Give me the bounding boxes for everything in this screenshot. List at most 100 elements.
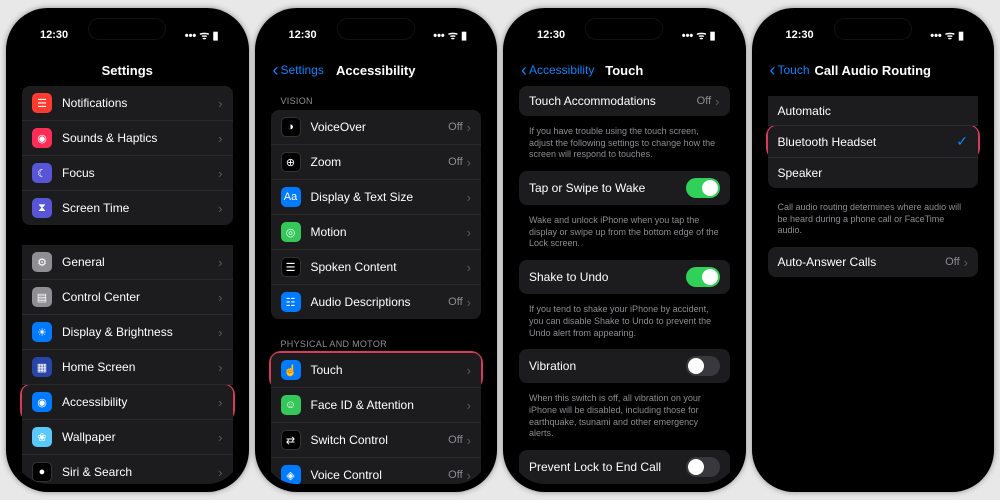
cell-voiceover[interactable]: ◑VoiceOverOff: [271, 110, 482, 145]
cell-label: Motion: [311, 225, 467, 239]
chevron-right-icon: [218, 131, 222, 146]
chevron-right-icon: [467, 120, 471, 135]
cell-home-screen[interactable]: ▦Home Screen: [22, 350, 233, 385]
nav-bar: Settings Accessibility: [263, 54, 490, 86]
control-center-icon: ▤: [32, 287, 52, 307]
cell-label: Shake to Undo: [529, 270, 686, 284]
cell-control-center[interactable]: ▤ Control Center: [22, 280, 233, 315]
section-header-motor: Physical and Motor: [271, 329, 482, 353]
checkmark-icon: ✓: [956, 133, 968, 150]
cell-label: Display & Brightness: [62, 325, 218, 339]
cell-zoom[interactable]: ⊕ZoomOff: [271, 145, 482, 180]
cell-label: Display & Text Size: [311, 190, 467, 204]
chevron-right-icon: [715, 94, 719, 109]
cell-screen-time[interactable]: ⧗Screen Time: [22, 191, 233, 225]
cell-label: Vibration: [529, 359, 686, 373]
cell-tap-or-swipe-to-wake[interactable]: Tap or Swipe to Wake: [519, 171, 730, 205]
cell-label: Audio Descriptions: [311, 295, 449, 309]
accessibility-list[interactable]: Vision◑VoiceOverOff⊕ZoomOff Aa Display & T…: [263, 86, 490, 484]
page-title: Accessibility: [336, 63, 416, 78]
cell-sounds-haptics[interactable]: ◉ Sounds & Haptics: [22, 121, 233, 156]
option-automatic[interactable]: Automatic: [768, 96, 979, 126]
footer-note: If you have trouble using the touch scre…: [519, 122, 730, 171]
back-button[interactable]: Touch: [770, 63, 810, 77]
cell-face-id-attention[interactable]: ☺Face ID & Attention: [271, 388, 482, 423]
status-time: 12:30: [289, 29, 317, 41]
toggle[interactable]: [686, 356, 720, 376]
notifications-icon: ☰: [32, 93, 52, 113]
touch-icon: ☝: [281, 360, 301, 380]
chevron-right-icon: [218, 360, 222, 375]
cell-label: Sounds & Haptics: [62, 131, 218, 145]
cell-detail: Off: [945, 256, 959, 268]
cell-display-text-size[interactable]: Aa Display & Text Size: [271, 180, 482, 215]
section-header-vision: Vision: [271, 86, 482, 110]
chevron-right-icon: [467, 155, 471, 170]
display-brightness-icon: ☀: [32, 322, 52, 342]
footer-note: Wake and unlock iPhone when you tap the …: [519, 211, 730, 260]
phone-settings: 12:30 ••• ᯤ ▮ Settings ☰Notifications◉So…: [6, 8, 249, 492]
spoken-content-icon: ☰: [281, 257, 301, 277]
cell-voice-control[interactable]: ◈Voice ControlOff: [271, 458, 482, 484]
cell-label: Focus: [62, 166, 218, 180]
sounds-haptics-icon: ◉: [32, 128, 52, 148]
back-button[interactable]: Accessibility: [521, 63, 594, 77]
motion-icon: ◎: [281, 222, 301, 242]
back-button[interactable]: Settings: [273, 63, 324, 77]
nav-bar: Touch Call Audio Routing: [760, 54, 987, 86]
chevron-right-icon: [467, 468, 471, 483]
cell-detail: Off: [697, 95, 711, 107]
cell-accessibility[interactable]: ◉Accessibility: [22, 385, 233, 420]
screen-time-icon: ⧗: [32, 198, 52, 218]
cell-general[interactable]: ⚙General: [22, 245, 233, 280]
chevron-right-icon: [964, 255, 968, 270]
cell-prevent-lock-to-end-call[interactable]: Prevent Lock to End Call: [519, 450, 730, 484]
dynamic-island: [337, 18, 415, 40]
cell-label: Touch Accommodations: [529, 94, 697, 108]
voiceover-icon: ◑: [281, 117, 301, 137]
cell-label: Prevent Lock to End Call: [529, 460, 686, 474]
nav-bar: Accessibility Touch: [511, 54, 738, 86]
settings-list[interactable]: ☰Notifications ◉ Sounds & Haptics ☾Focus⧗Sc…: [14, 86, 241, 484]
toggle[interactable]: [686, 457, 720, 477]
cell-shake-to-undo[interactable]: Shake to Undo: [519, 260, 730, 294]
cell-spoken-content[interactable]: ☰Spoken Content: [271, 250, 482, 285]
cell-auto-answer[interactable]: Auto-Answer CallsOff: [768, 247, 979, 277]
siri-search-icon: ●: [32, 462, 52, 482]
cell-audio-descriptions[interactable]: ☷Audio DescriptionsOff: [271, 285, 482, 319]
touch-list[interactable]: Touch AccommodationsOff If you have troub…: [511, 86, 738, 484]
phone-call-audio-routing: 12:30 ••• ᯤ ▮ Touch Call Audio Routing A…: [752, 8, 995, 492]
chevron-right-icon: [467, 260, 471, 275]
cell-detail: Off: [448, 434, 462, 446]
cell-siri-search[interactable]: ●Siri & Search: [22, 455, 233, 484]
cell-touch-accommodations[interactable]: Touch AccommodationsOff: [519, 86, 730, 116]
toggle[interactable]: [686, 267, 720, 287]
status-indicators: ••• ᯤ ▮: [930, 28, 964, 43]
cell-switch-control[interactable]: ⇄Switch ControlOff: [271, 423, 482, 458]
footer-note: Call audio routing determines where audi…: [768, 198, 979, 247]
cell-notifications[interactable]: ☰Notifications: [22, 86, 233, 121]
cell-motion[interactable]: ◎ Motion: [271, 215, 482, 250]
chevron-right-icon: [218, 430, 222, 445]
cell-vibration[interactable]: Vibration: [519, 349, 730, 383]
option-speaker[interactable]: Speaker: [768, 158, 979, 188]
option-bluetooth-headset[interactable]: Bluetooth Headset✓: [768, 126, 979, 158]
cell-label: Control Center: [62, 290, 218, 304]
cell-label: Zoom: [311, 155, 449, 169]
cell-label: Accessibility: [62, 395, 218, 409]
display-text-size-icon: Aa: [281, 187, 301, 207]
cell-touch[interactable]: ☝Touch: [271, 353, 482, 388]
cell-label: Face ID & Attention: [311, 398, 467, 412]
cell-label: Voice Control: [311, 468, 449, 482]
footer-note: When this switch is off, all vibration o…: [519, 389, 730, 450]
cell-display-brightness[interactable]: ☀ Display & Brightness: [22, 315, 233, 350]
routing-list[interactable]: AutomaticBluetooth Headset✓Speaker Call a…: [760, 86, 987, 484]
cell-label: Tap or Swipe to Wake: [529, 181, 686, 195]
chevron-right-icon: [467, 363, 471, 378]
cell-wallpaper[interactable]: ❀Wallpaper: [22, 420, 233, 455]
toggle[interactable]: [686, 178, 720, 198]
chevron-right-icon: [218, 395, 222, 410]
cell-focus[interactable]: ☾Focus: [22, 156, 233, 191]
chevron-right-icon: [467, 295, 471, 310]
cell-detail: Off: [448, 156, 462, 168]
